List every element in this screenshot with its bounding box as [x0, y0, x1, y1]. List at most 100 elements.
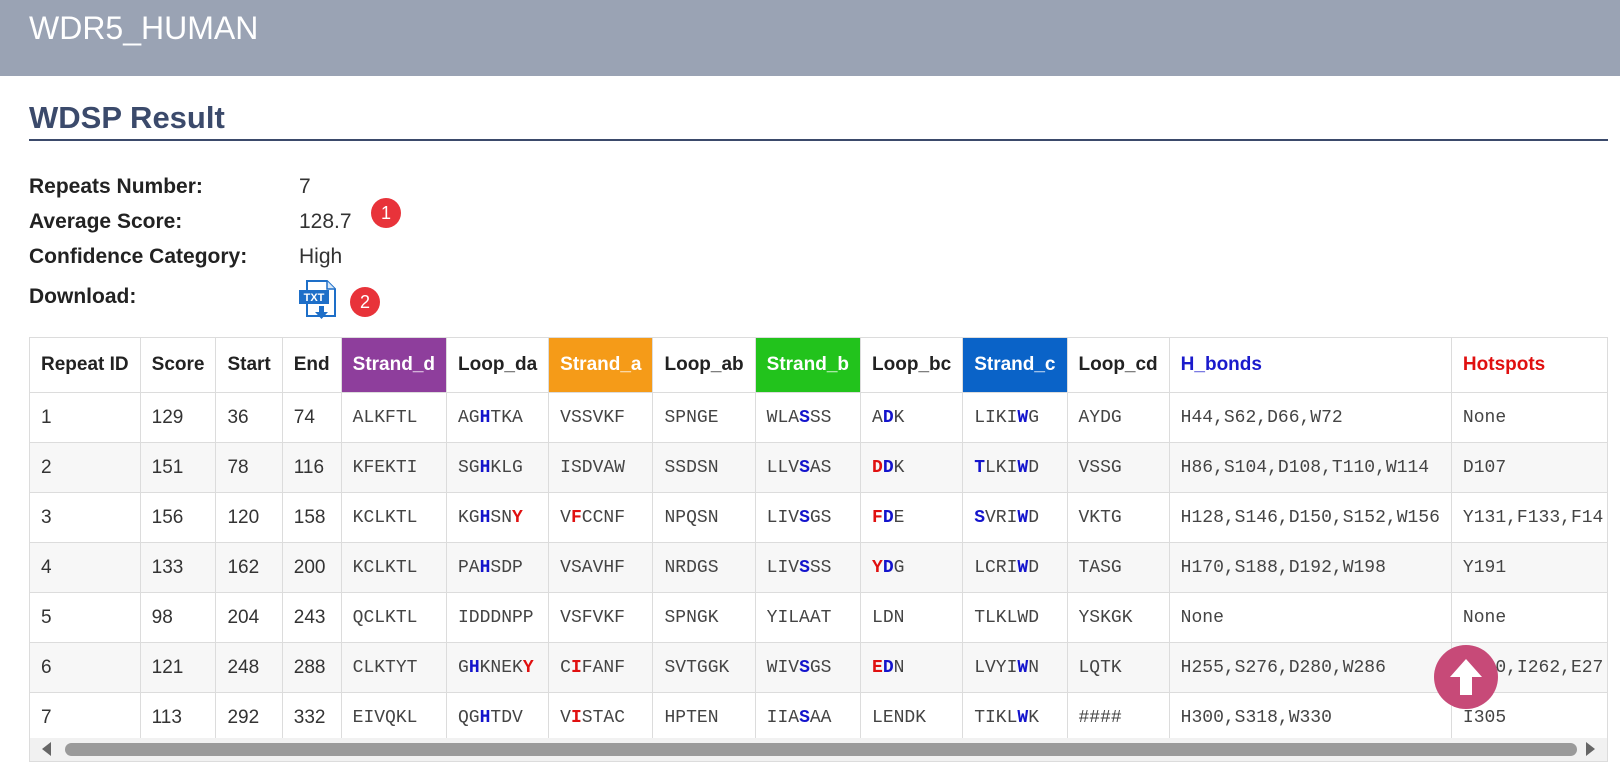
highlighted-residue: H [479, 707, 491, 728]
annotation-badge-2: 2 [350, 287, 380, 317]
cell-end: 243 [282, 592, 342, 643]
cell-strand-a: VSFVKF [548, 592, 654, 643]
cell-loop-cd: LQTK [1067, 642, 1170, 693]
cell-strand-a: VSAVHF [548, 542, 654, 593]
col-header-hotspots: Hotspots [1451, 338, 1607, 393]
title-divider [29, 139, 1608, 141]
residue-segment: D [1028, 457, 1040, 478]
cell-strand-d: QCLKTL [341, 592, 448, 643]
col-header-score: Score [140, 338, 217, 393]
cell-strand-a: VISTAC [548, 692, 654, 743]
table-row: 6 121 248 288 CLKTYT GHKNEKY CIFANF SVTGGK WIVSG… [30, 642, 1607, 693]
col-header-loop-da: Loop_da [446, 338, 550, 393]
horizontal-scrollbar[interactable] [30, 738, 1607, 761]
cell-strand-b: YILAAT [755, 592, 862, 643]
residue-segment: GS [809, 507, 832, 528]
cell-loop-bc: YDG [860, 542, 964, 593]
wdsp-result-table-container: Repeat ID Score Start End Strand_d Loop_… [29, 337, 1608, 762]
residue-segment: #### [1078, 707, 1122, 728]
residue-segment: SS [809, 407, 832, 428]
table-row: 5 98 204 243 QCLKTL IDDDNPP VSFVKF SPNGK YILAAT L… [30, 592, 1607, 643]
residue-segment: SVTGGK [664, 657, 730, 678]
cell-loop-ab: SPNGE [652, 392, 756, 443]
residue-segment: LCRI [974, 557, 1018, 578]
col-header-loop-bc: Loop_bc [860, 338, 964, 393]
cell-loop-da: GHKNEKY [446, 642, 550, 693]
residue-segment: G [458, 657, 469, 678]
confidence-category-value: High [299, 245, 343, 268]
cell-hotspots: None [1451, 392, 1607, 443]
cell-id: 5 [30, 592, 141, 643]
residue-segment: KG [458, 507, 480, 528]
highlighted-residue: H [479, 557, 491, 578]
cell-strand-b: WIVSGS [755, 642, 862, 693]
residue-segment: VRI [985, 507, 1018, 528]
cell-loop-cd: #### [1067, 692, 1170, 743]
residue-segment: HPTEN [664, 707, 719, 728]
col-header-strand-c: Strand_c [962, 338, 1068, 393]
cell-strand-d: CLKTYT [341, 642, 448, 693]
cell-score: 113 [140, 692, 217, 743]
residue-segment: VSSVKF [560, 407, 625, 428]
cell-loop-bc: EDN [860, 642, 964, 693]
highlighted-residue: I [570, 657, 582, 678]
residue-segment: ALKFTL [352, 407, 418, 428]
cell-strand-b: LIVSGS [755, 492, 862, 543]
cell-loop-cd: VSSG [1067, 442, 1170, 493]
residue-segment: KLG [490, 457, 523, 478]
confidence-category-label: Confidence Category: [29, 245, 248, 268]
cell-end: 332 [282, 692, 342, 743]
col-header-strand-d: Strand_d [341, 338, 448, 393]
scrollbar-thumb[interactable] [65, 743, 1577, 756]
cell-strand-d: KCLKTL [341, 492, 448, 543]
cell-end: 116 [282, 442, 342, 493]
scroll-right-arrow-icon[interactable] [1586, 742, 1595, 756]
cell-start: 204 [215, 592, 283, 643]
highlighted-residue: H [479, 457, 491, 478]
highlighted-residue: E [872, 657, 883, 678]
cell-score: 156 [140, 492, 217, 543]
residue-segment: IDDDNPP [458, 607, 534, 628]
residue-segment: LVYI [974, 657, 1018, 678]
cell-loop-bc: LDN [860, 592, 964, 643]
highlighted-residue: S [974, 507, 985, 528]
highlighted-residue: W [1017, 507, 1029, 528]
cell-strand-d: KCLKTL [341, 542, 448, 593]
residue-segment: LQTK [1078, 657, 1122, 678]
residue-segment: IIA [766, 707, 800, 728]
scroll-left-arrow-icon[interactable] [42, 742, 51, 756]
cell-start: 248 [215, 642, 283, 693]
residue-segment: VSFVKF [560, 607, 625, 628]
back-to-top-button[interactable] [1434, 645, 1498, 709]
cell-loop-cd: VKTG [1067, 492, 1170, 543]
residue-segment: LLV [766, 457, 800, 478]
cell-loop-ab: SPNGK [652, 592, 756, 643]
cell-hotspots: None [1451, 592, 1607, 643]
residue-segment: V [560, 707, 571, 728]
highlighted-residue: W [1017, 557, 1029, 578]
cell-hotspots: Y131,F133,F14 [1451, 492, 1607, 543]
txt-download-icon[interactable]: TXT [299, 280, 337, 320]
cell-loop-da: QGHTDV [446, 692, 550, 743]
wdsp-result-table: Repeat ID Score Start End Strand_d Loop_… [30, 338, 1607, 743]
residue-segment: AS [809, 457, 832, 478]
cell-id: 6 [30, 642, 141, 693]
residue-segment: E [893, 507, 905, 528]
residue-segment: WLA [766, 407, 800, 428]
table-row: 1 129 36 74 ALKFTL AGHTKA VSSVKF SPNGE WLASSS ADK… [30, 392, 1607, 443]
arrow-up-icon [1450, 659, 1482, 695]
highlighted-residue: T [974, 457, 985, 478]
cell-loop-da: PAHSDP [446, 542, 550, 593]
cell-strand-c: TLKIWD [962, 442, 1068, 493]
cell-strand-a: ISDVAW [548, 442, 654, 493]
residue-segment: LIKI [974, 407, 1018, 428]
cell-score: 151 [140, 442, 217, 493]
cell-strand-d: ALKFTL [341, 392, 448, 443]
cell-strand-a: CIFANF [548, 642, 654, 693]
highlighted-residue: D [882, 657, 894, 678]
residue-segment: SDP [490, 557, 523, 578]
residue-segment: LIV [766, 507, 800, 528]
cell-id: 1 [30, 392, 141, 443]
page-title: WDSP Result [29, 100, 225, 135]
cell-strand-c: TIKLWK [962, 692, 1068, 743]
